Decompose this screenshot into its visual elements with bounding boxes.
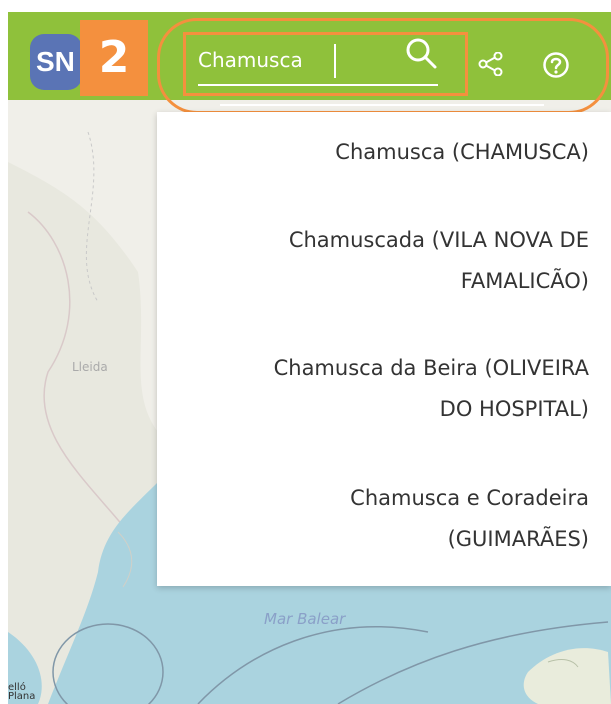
attribution-line-2: Plana	[8, 691, 36, 702]
secondary-underline	[220, 104, 544, 106]
search-result-item[interactable]: Chamusca da Beira (OLIVEIRA DO HOSPITAL)	[274, 348, 589, 430]
search-result-item[interactable]: Chamusca (CHAMUSCA)	[335, 132, 589, 173]
city-label-lleida: Lleida	[72, 360, 108, 374]
share-icon[interactable]	[478, 52, 504, 76]
map-attribution: elló Plana	[8, 682, 35, 702]
search-underline	[198, 84, 438, 86]
result-line-1: Chamusca da Beira (OLIVEIRA	[273, 356, 589, 380]
search-result-item[interactable]: Chamusca e Coradeira (GUIMARÃES)	[350, 478, 589, 560]
app-logo[interactable]: SN	[30, 34, 82, 90]
result-line-1: Chamusca e Coradeira	[350, 486, 589, 510]
step-badge: 2	[80, 20, 148, 96]
result-line-1: Chamusca (CHAMUSCA)	[335, 140, 589, 164]
help-icon[interactable]	[542, 51, 570, 79]
result-line-1: Chamuscada (VILA NOVA DE	[288, 228, 589, 252]
search-result-item[interactable]: Chamuscada (VILA NOVA DE FAMALICÃO)	[289, 220, 589, 302]
result-line-2: FAMALICÃO)	[460, 269, 589, 293]
result-line-2: DO HOSPITAL)	[439, 397, 589, 421]
result-line-2: (GUIMARÃES)	[447, 527, 589, 551]
search-icon[interactable]	[404, 36, 438, 70]
sea-label: Mar Balear	[264, 610, 346, 628]
text-caret	[334, 44, 336, 78]
search-input[interactable]	[198, 45, 398, 75]
search-results-dropdown: Chamusca (CHAMUSCA) Chamuscada (VILA NOV…	[157, 112, 611, 586]
logo-text: SN	[36, 46, 75, 77]
